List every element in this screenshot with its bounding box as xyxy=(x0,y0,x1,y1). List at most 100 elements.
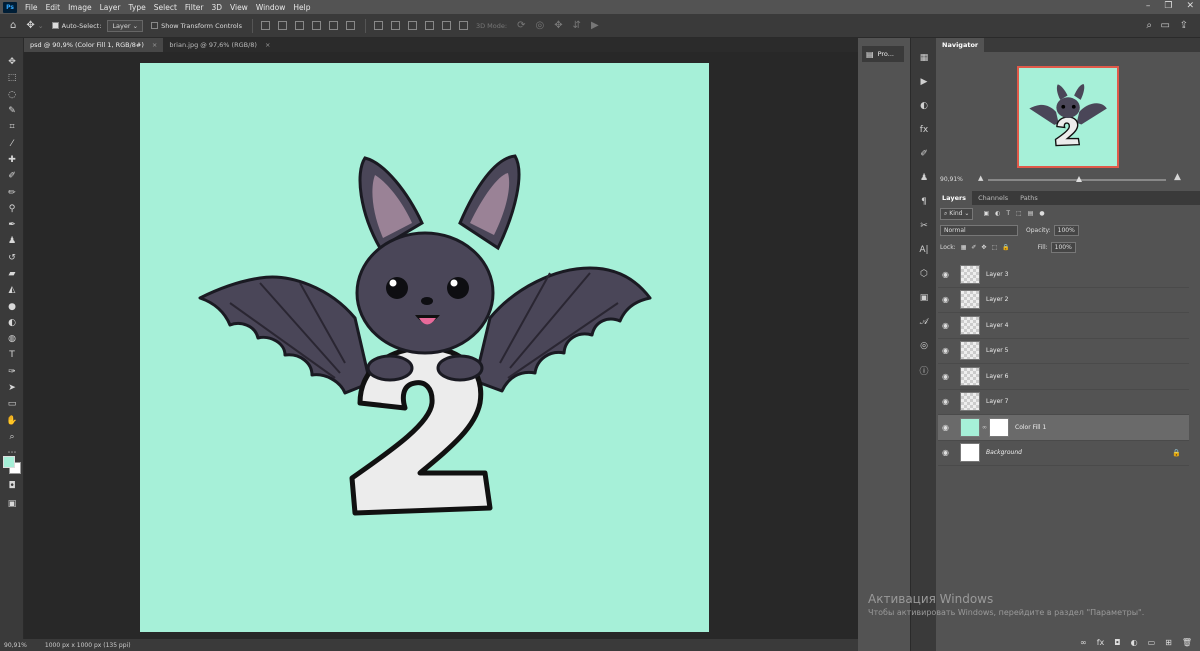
move-tool-icon[interactable]: ✥ xyxy=(26,20,34,31)
link-layers-icon[interactable]: ∞ xyxy=(1080,638,1087,647)
move-tool-icon[interactable]: ✥ xyxy=(0,54,24,70)
dodge-tool-icon[interactable]: ◐ xyxy=(0,315,24,331)
add-mask-icon[interactable]: ◘ xyxy=(1114,638,1120,647)
libraries-icon[interactable]: ▣ xyxy=(911,286,937,310)
menu-window[interactable]: Window xyxy=(256,3,286,12)
eraser-tool-icon[interactable]: ▰ xyxy=(0,266,24,282)
menu-file[interactable]: File xyxy=(25,3,38,12)
document-canvas[interactable] xyxy=(140,63,709,632)
tab-navigator[interactable]: Navigator xyxy=(936,38,985,52)
filter-smart-object-icon[interactable]: ▤ xyxy=(1028,210,1034,217)
clone-source-icon[interactable]: ♟ xyxy=(911,166,937,190)
layer-row[interactable]: ◉ Layer 5 xyxy=(938,339,1189,364)
filter-type-icon[interactable]: T xyxy=(1006,210,1010,217)
distribute-center-icon[interactable] xyxy=(441,21,451,30)
lock-transparency-icon[interactable]: ▦ xyxy=(961,244,967,251)
foreground-color[interactable] xyxy=(3,456,15,468)
canvas-area[interactable] xyxy=(24,52,858,639)
paragraph-icon[interactable]: ¶ xyxy=(911,190,937,214)
align-center-icon[interactable] xyxy=(328,21,338,30)
close-icon[interactable]: ✕ xyxy=(1186,1,1194,11)
menu-layer[interactable]: Layer xyxy=(100,3,121,12)
show-transform-checkbox[interactable]: Show Transform Controls xyxy=(151,22,242,30)
trash-icon[interactable]: 🗑 xyxy=(1182,638,1192,647)
lock-artboard-icon[interactable]: ⬚ xyxy=(991,244,997,251)
distribute-top-icon[interactable] xyxy=(373,21,383,30)
type-tool-icon[interactable]: T xyxy=(0,347,24,363)
styles-icon[interactable]: fx xyxy=(911,118,937,142)
distribute-middle-icon[interactable] xyxy=(390,21,400,30)
3d-icon[interactable]: ⬡ xyxy=(911,262,937,286)
menu-3d[interactable]: 3D xyxy=(211,3,222,12)
layer-row[interactable]: ◉ Layer 4 xyxy=(938,313,1189,339)
tab-brian[interactable]: brian.jpg @ 97,6% (RGB/8) × xyxy=(163,38,276,52)
navigator-zoom-slider[interactable] xyxy=(988,176,1166,182)
layer-row[interactable]: ◉ Layer 6 xyxy=(938,364,1189,390)
fill-field[interactable]: 100% xyxy=(1050,242,1076,253)
auto-select-checkbox[interactable]: Auto-Select: xyxy=(51,22,101,30)
tab-document[interactable]: psd @ 90,9% (Color Fill 1, RGB/8#) × xyxy=(24,38,164,52)
zoom-tool-icon[interactable]: ⌕ xyxy=(0,429,24,445)
timeline-icon[interactable]: ◎ xyxy=(911,334,937,358)
eye-icon[interactable]: ◉ xyxy=(942,448,956,457)
clone-stamp-tool-icon[interactable]: ⚲ xyxy=(0,201,24,217)
align-right-icon[interactable] xyxy=(345,21,355,30)
menu-filter[interactable]: Filter xyxy=(185,3,204,12)
opacity-field[interactable]: 100% xyxy=(1053,225,1079,236)
chevron-down-icon[interactable]: ⌄ xyxy=(38,22,44,30)
marquee-tool-icon[interactable]: ⬚ xyxy=(0,70,24,86)
menu-image[interactable]: Image xyxy=(68,3,92,12)
blend-mode-dropdown[interactable]: Normal xyxy=(940,225,1018,236)
history-brush-tool-icon[interactable]: ↺ xyxy=(0,250,24,266)
mixer-brush-tool-icon[interactable]: ✒ xyxy=(0,217,24,233)
pen-tool-icon[interactable]: ✑ xyxy=(0,364,24,380)
orbit-3d-icon[interactable]: ⟳ xyxy=(517,20,525,31)
blur-tool-icon[interactable]: ● xyxy=(0,298,24,314)
close-icon[interactable]: × xyxy=(152,41,157,49)
brushes-icon[interactable]: ✐ xyxy=(911,142,937,166)
eye-icon[interactable]: ◉ xyxy=(942,295,956,304)
menu-edit[interactable]: Edit xyxy=(46,3,61,12)
menu-view[interactable]: View xyxy=(230,3,248,12)
home-icon[interactable]: ⌂ xyxy=(10,20,16,31)
hand-tool-icon[interactable]: ✋ xyxy=(0,413,24,429)
glyphs-icon[interactable]: 𝒜 xyxy=(911,310,937,334)
navigator-zoom[interactable]: 90,91% xyxy=(940,176,963,183)
paint-bucket-tool-icon[interactable]: ◭ xyxy=(0,282,24,298)
workspace-icon[interactable]: ▭ xyxy=(1161,20,1170,31)
zoom-out-icon[interactable]: ▲ xyxy=(978,174,983,182)
new-layer-icon[interactable]: ⊞ xyxy=(1165,638,1172,647)
tab-layers[interactable]: Layers xyxy=(936,191,973,205)
sponge-tool-icon[interactable]: ◍ xyxy=(0,331,24,347)
filter-pixel-icon[interactable]: ▣ xyxy=(983,210,989,217)
menu-select[interactable]: Select xyxy=(154,3,177,12)
kind-filter-dropdown[interactable]: ⌕ Kind ⌄ xyxy=(940,207,974,220)
pan-3d-icon[interactable]: ✥ xyxy=(554,20,562,31)
rectangle-tool-icon[interactable]: ▭ xyxy=(0,396,24,412)
filter-shape-icon[interactable]: ⬚ xyxy=(1016,210,1022,217)
layer-row[interactable]: ◉ Layer 3 xyxy=(938,262,1189,288)
lasso-tool-icon[interactable]: ◌ xyxy=(0,87,24,103)
actions-icon[interactable]: ▶ xyxy=(911,70,937,94)
path-select-tool-icon[interactable]: ➤ xyxy=(0,380,24,396)
restore-icon[interactable]: ❐ xyxy=(1164,1,1172,11)
history-icon[interactable]: ▦ xyxy=(911,46,937,70)
align-top-icon[interactable] xyxy=(260,21,270,30)
zoom-readout[interactable]: 90,91% xyxy=(4,642,27,649)
layer-row[interactable]: ◉ Background 🔒 xyxy=(938,441,1189,466)
document-info[interactable]: 1000 px x 1000 px (135 ppi) xyxy=(45,642,131,649)
roll-3d-icon[interactable]: ◎ xyxy=(535,20,544,31)
eye-icon[interactable]: ◉ xyxy=(942,372,956,381)
menu-type[interactable]: Type xyxy=(129,3,146,12)
close-icon[interactable]: × xyxy=(265,41,270,49)
filter-adjustment-icon[interactable]: ◐ xyxy=(995,210,1000,217)
filter-toggle-icon[interactable]: ● xyxy=(1039,210,1044,217)
tools-preset-icon[interactable]: ✂ xyxy=(911,214,937,238)
slide-3d-icon[interactable]: ⇵ xyxy=(573,20,581,31)
layer-style-icon[interactable]: fx xyxy=(1097,638,1105,647)
quick-mask-icon[interactable]: ◘ xyxy=(0,478,24,494)
eye-icon[interactable]: ◉ xyxy=(942,321,956,330)
screen-mode-icon[interactable]: ▣ xyxy=(0,496,24,512)
healing-brush-tool-icon[interactable]: ✚ xyxy=(0,152,24,168)
align-middle-icon[interactable] xyxy=(277,21,287,30)
